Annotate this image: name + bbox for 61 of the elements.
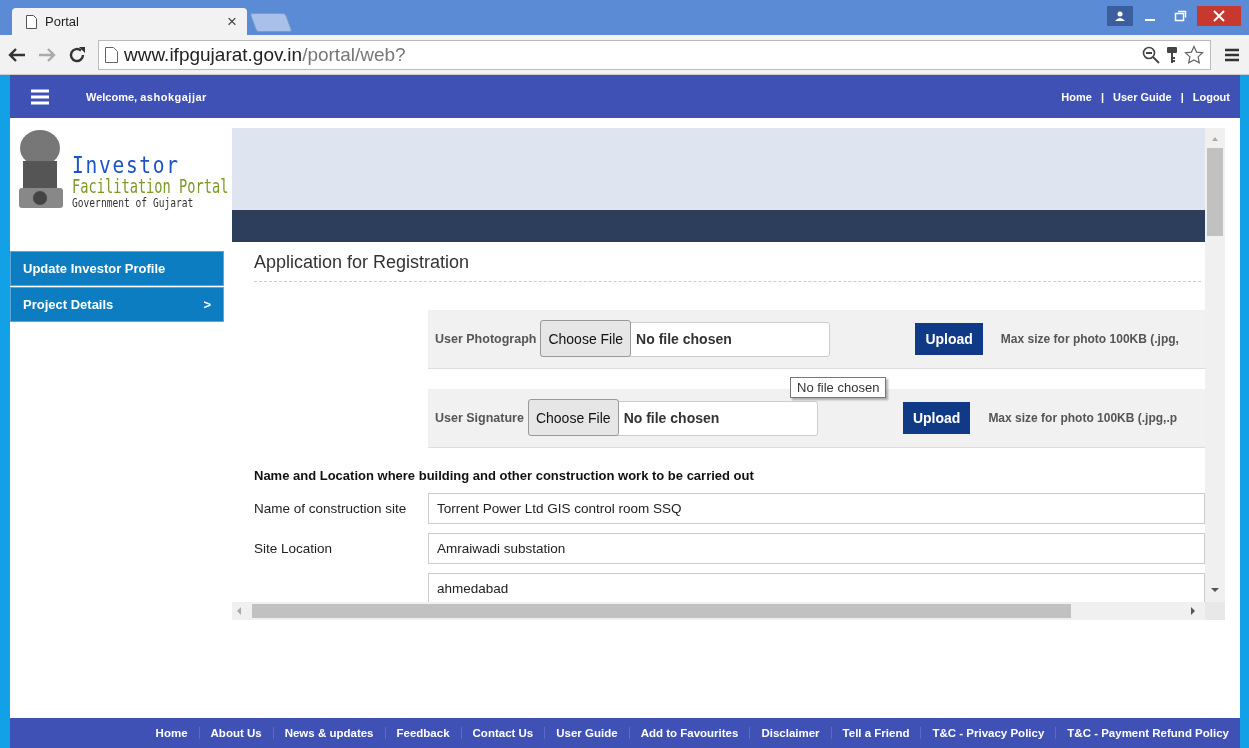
reload-icon[interactable] [68,45,86,64]
footer-link[interactable]: About Us [198,727,273,739]
file-input[interactable]: Choose File No file chosen [540,321,831,357]
address-bar[interactable]: www.ifpgujarat.gov.in/portal/web? [98,39,1211,70]
section-heading: Name and Location where building and other construction work to be carried out [254,468,755,483]
separator: | [1180,90,1184,103]
footer-link[interactable]: Disclaimer [749,727,831,739]
scrollbar-corner [1205,602,1225,620]
header-link[interactable]: Logout [1192,90,1230,103]
page-icon [26,14,37,29]
text-field[interactable]: Amraiwadi substation [428,532,1205,564]
welcome-text: Welcome, ashokgajjar [86,90,208,103]
footer-link[interactable]: Tell a Friend [830,727,921,739]
upload-button[interactable]: Upload [902,402,971,434]
upload-button[interactable]: Upload [915,323,983,355]
page-title: Application for Registration [254,242,1201,282]
footer-link[interactable]: Add to Favourites [628,727,750,739]
separator: | [1100,90,1104,103]
footer-link[interactable]: User Guide [544,727,629,739]
footer-link[interactable]: News & updates [272,727,385,739]
menu-label: Project Details [23,297,114,312]
header-link[interactable]: User Guide [1112,90,1172,103]
field-label: User Signature [435,411,524,425]
file-input[interactable]: Choose File No file chosen [527,400,818,436]
footer-link[interactable]: Home [144,727,199,739]
size-note: Max size for photo 100KB (.jpg, [1000,332,1179,346]
menu-label: Update Investor Profile [23,261,166,276]
field-label: User Photograph [435,332,537,346]
zoom-out-icon[interactable] [1142,45,1160,64]
tooltip: No file chosen [790,377,887,398]
footer-link[interactable]: T&C - Privacy Policy [920,727,1056,739]
field-label: Site Location [254,540,334,556]
header-link[interactable]: Home [1061,90,1092,103]
close-tab-button[interactable]: × [227,11,237,32]
star-icon[interactable] [1184,44,1204,65]
vertical-scrollbar[interactable] [1205,128,1225,602]
sidebar-item[interactable]: Project Details > [10,287,224,322]
page-icon [105,46,118,63]
size-note: Max size for photo 100KB (.jpg,.p [988,411,1178,425]
user-icon[interactable] [1107,6,1133,26]
footer-link[interactable]: Contact Us [460,727,545,739]
file-status: No file chosen [623,410,720,426]
close-icon[interactable] [1197,6,1241,26]
footer-link[interactable]: Feedback [384,727,461,739]
file-status: No file chosen [636,331,732,347]
key-icon[interactable] [1166,45,1178,64]
footer-link[interactable]: T&C - Payment Refund Policy [1055,727,1240,739]
back-icon[interactable] [8,46,26,63]
menu-icon[interactable] [1223,46,1241,63]
logo-title: Investor [72,154,181,176]
choose-file-button[interactable]: Choose File [527,399,619,436]
text-field[interactable]: Torrent Power Ltd GIS control room SSQ [428,492,1205,524]
logo-caption: Government of Gujarat [72,196,195,210]
menu-icon[interactable] [30,88,50,105]
logo-subtitle: Facilitation Portal [72,176,229,196]
chevron: > [203,297,211,312]
choose-file-button[interactable]: Choose File [540,320,632,357]
sidebar-item[interactable]: Update Investor Profile [10,251,224,286]
field-label: Name of construction site [254,500,408,516]
horizontal-scrollbar[interactable] [232,602,1205,620]
browser-tab[interactable]: Portal × [12,8,247,35]
